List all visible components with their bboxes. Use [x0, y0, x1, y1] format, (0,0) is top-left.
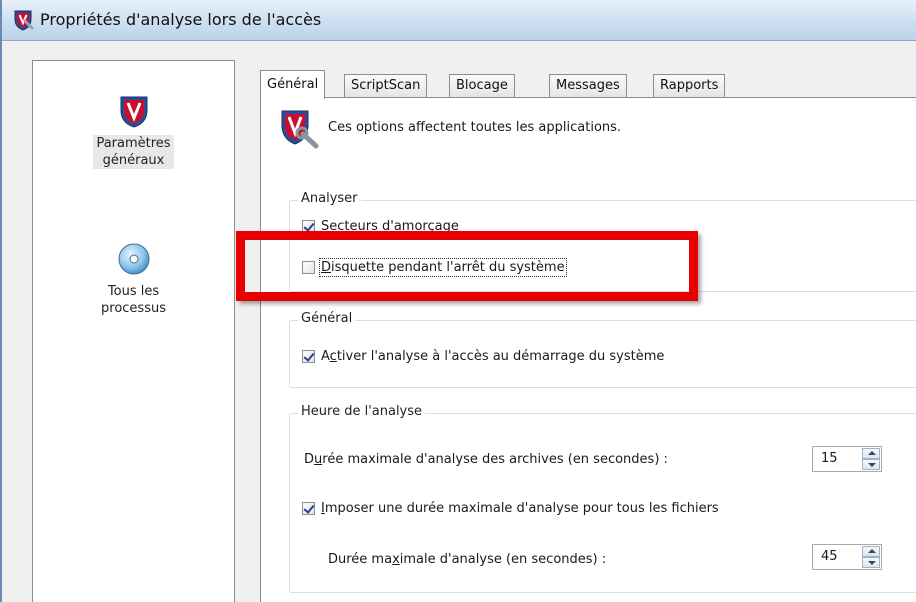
group-title-scan-time: Heure de l'analyse	[298, 404, 426, 419]
spin-down-button[interactable]	[862, 459, 880, 470]
archive-time-spinner[interactable]: 15	[812, 446, 882, 472]
max-scan-time-value[interactable]: 45	[821, 549, 838, 564]
checkbox-box[interactable]	[302, 501, 315, 515]
checkbox-enable-startup-scan[interactable]: Activer l'analyse à l'accès au démarrage…	[302, 347, 664, 365]
tab-blocking[interactable]: Blocage	[449, 74, 515, 98]
sidebar-item-all-processes[interactable]: Tous les processus	[33, 243, 234, 317]
max-scan-time-label: Durée maximale d'analyse (en secondes) :	[328, 552, 607, 567]
sidebar-item-label: processus	[101, 301, 166, 316]
checkbox-enforce-max-time[interactable]: Imposer une durée maximale d'analyse pou…	[302, 499, 719, 517]
spin-up-button[interactable]	[862, 448, 880, 459]
highlight-annotation-box	[236, 231, 698, 301]
title-bar[interactable]: Propriétés d'analyse lors de l'accès	[2, 0, 916, 41]
shield-wrench-icon	[281, 110, 319, 149]
properties-window: Propriétés d'analyse lors de l'accès Par…	[0, 0, 916, 602]
sidebar-item-general-settings[interactable]: Paramètres généraux	[33, 95, 234, 169]
max-scan-time-spinner[interactable]: 45	[812, 544, 882, 570]
group-title-general: Général	[298, 311, 356, 326]
spin-down-button[interactable]	[862, 557, 880, 568]
tab-messages[interactable]: Messages	[549, 74, 627, 98]
sidebar-item-label: Tous les	[107, 284, 160, 299]
spin-up-button[interactable]	[862, 546, 880, 557]
group-title-analyser: Analyser	[298, 191, 361, 206]
disc-icon	[118, 243, 149, 275]
archive-time-value[interactable]: 15	[821, 451, 838, 466]
category-list: Paramètres généraux Tous les processus	[32, 60, 235, 602]
tab-reports[interactable]: Rapports	[653, 74, 726, 98]
window-title: Propriétés d'analyse lors de l'accès	[40, 10, 322, 29]
mcafee-shield-icon	[120, 96, 147, 128]
tab-scriptscan[interactable]: ScriptScan	[344, 74, 428, 98]
tab-general[interactable]: Général	[260, 70, 326, 99]
intro-text: Ces options affectent toutes les applica…	[328, 120, 622, 135]
sidebar-item-label: généraux	[102, 153, 165, 168]
checkbox-box[interactable]	[302, 349, 315, 363]
sidebar-item-label: Paramètres	[96, 136, 171, 151]
archive-time-label: Durée maximale d'analyse des archives (e…	[304, 452, 668, 467]
mcafee-shield-icon	[14, 10, 34, 31]
